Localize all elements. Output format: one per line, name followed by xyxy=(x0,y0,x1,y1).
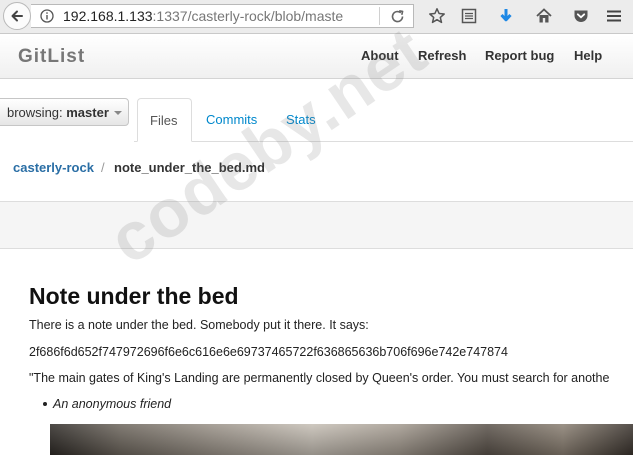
breadcrumb-file: note_under_the_bed.md xyxy=(114,160,265,175)
info-icon[interactable] xyxy=(40,9,54,23)
nav-refresh-link[interactable]: Refresh xyxy=(418,48,466,63)
menu-icon[interactable] xyxy=(605,7,623,25)
nav-report-bug-link[interactable]: Report bug xyxy=(485,48,554,63)
signature-text: An anonymous friend xyxy=(53,397,172,411)
breadcrumb-repo-link[interactable]: casterly-rock xyxy=(13,160,94,175)
signature-list: An anonymous friend xyxy=(29,397,171,411)
url-bar[interactable]: 192.168.1.133:1337/casterly-rock/blob/ma… xyxy=(31,4,414,28)
tab-commits[interactable]: Commits xyxy=(206,98,257,142)
breadcrumb-separator: / xyxy=(101,160,105,175)
home-icon[interactable] xyxy=(535,7,553,25)
back-arrow-icon xyxy=(11,10,23,22)
tab-stats[interactable]: Stats xyxy=(286,98,316,142)
branch-name: master xyxy=(66,105,109,120)
url-path: :1337/casterly-rock/blob/maste xyxy=(152,8,344,24)
file-header-bar xyxy=(0,201,633,249)
branch-selector-button[interactable]: browsing: master xyxy=(0,98,129,126)
nav-about-link[interactable]: About xyxy=(361,48,399,63)
document-intro: There is a note under the bed. Somebody … xyxy=(29,318,369,332)
browser-toolbar: 192.168.1.133:1337/casterly-rock/blob/ma… xyxy=(0,0,633,34)
list-item: An anonymous friend xyxy=(29,397,171,411)
nav-help-link[interactable]: Help xyxy=(574,48,602,63)
document-hex-string: 2f686f6d652f747972696f6e6c616e6e69737465… xyxy=(29,345,508,359)
document-title: Note under the bed xyxy=(29,283,239,309)
tab-files[interactable]: Files xyxy=(137,98,192,142)
gitlist-navbar: GitList About Refresh Report bug Help xyxy=(0,35,633,79)
caret-down-icon xyxy=(114,111,122,115)
star-icon[interactable] xyxy=(428,7,446,25)
url-text[interactable]: 192.168.1.133:1337/casterly-rock/blob/ma… xyxy=(63,9,343,24)
breadcrumb: casterly-rock / note_under_the_bed.md xyxy=(0,153,633,183)
download-icon[interactable] xyxy=(497,7,515,25)
pocket-icon[interactable] xyxy=(572,7,590,25)
back-button[interactable] xyxy=(3,2,31,30)
bullet-icon xyxy=(43,401,47,406)
branch-label: browsing: master xyxy=(7,105,109,120)
branch-prefix: browsing: xyxy=(7,105,67,120)
brand-logo[interactable]: GitList xyxy=(18,46,85,68)
url-divider xyxy=(379,7,380,25)
reload-icon[interactable] xyxy=(390,9,405,24)
embedded-image xyxy=(50,424,633,455)
reading-list-icon[interactable] xyxy=(460,7,478,25)
document-quote: "The main gates of King's Landing are pe… xyxy=(29,371,610,385)
url-host: 192.168.1.133 xyxy=(63,8,153,24)
